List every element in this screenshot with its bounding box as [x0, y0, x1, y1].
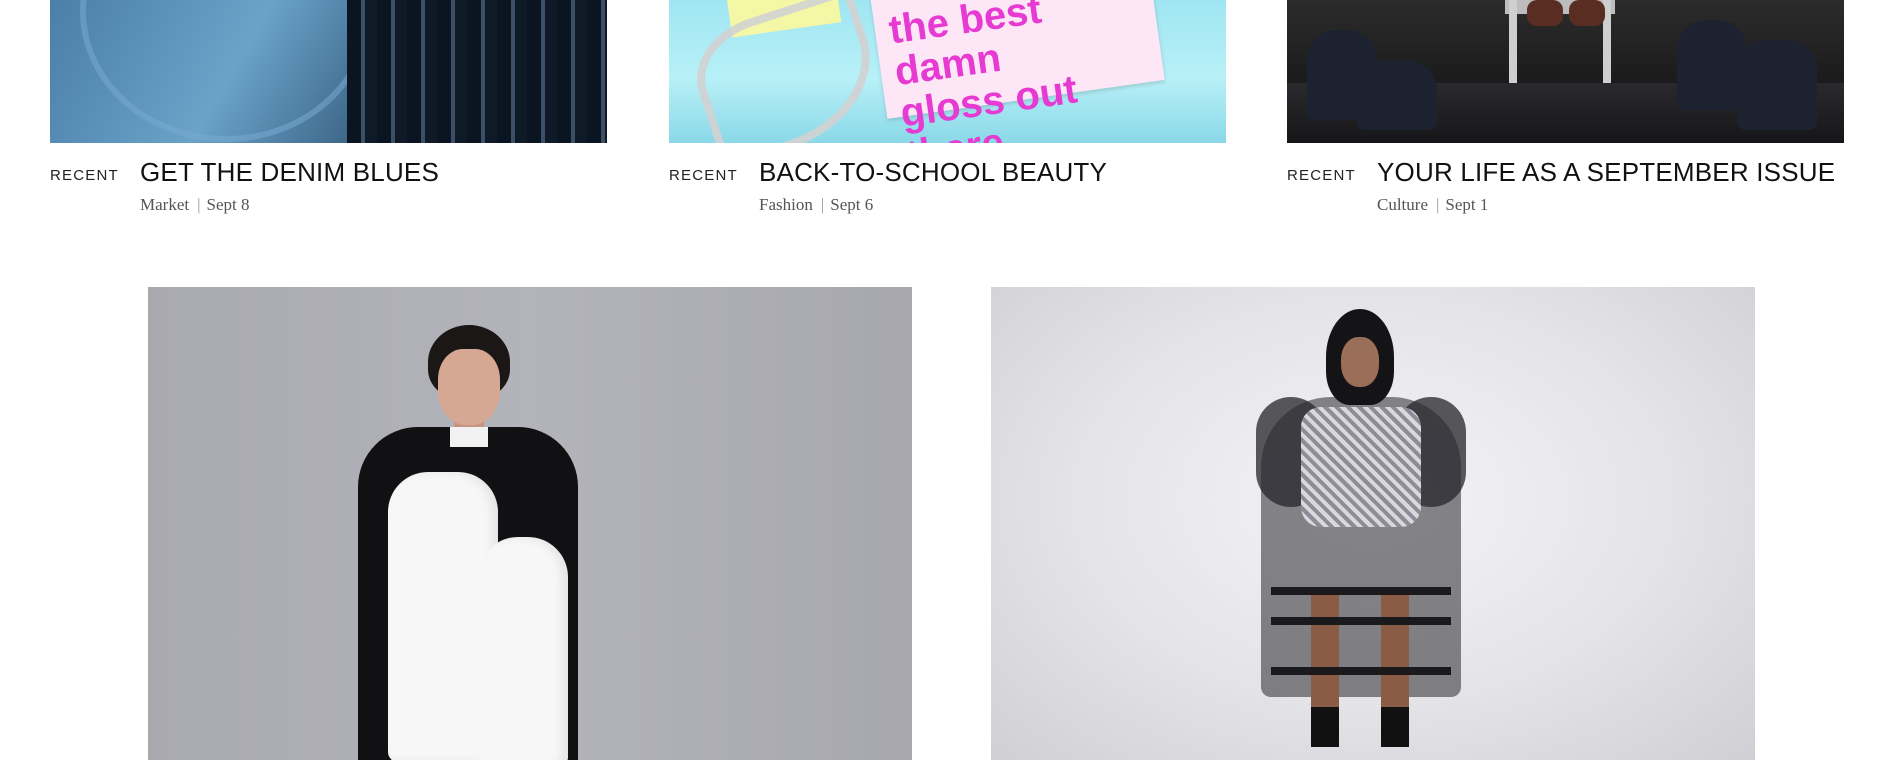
article-byline: Culture | Sept 1	[1377, 195, 1488, 215]
article-card-denim[interactable]: RECENT GET THE DENIM BLUES Market | Sept 8	[50, 0, 607, 223]
pink-sticker: the best damn gloss out there	[869, 0, 1165, 143]
article-date: Sept 6	[830, 195, 874, 214]
recent-label: RECENT	[1287, 167, 1356, 184]
article-card-beauty[interactable]: the best damn gloss out there RECENT BAC…	[669, 0, 1226, 223]
model-sock	[1311, 707, 1339, 747]
article-meta: RECENT GET THE DENIM BLUES Market | Sept 8	[50, 143, 607, 223]
byline-separator: |	[820, 195, 825, 214]
striped-background	[347, 0, 607, 143]
checked-bodice	[1301, 407, 1421, 527]
feature-photo-right[interactable]	[991, 287, 1755, 760]
decorative-scribble	[682, 0, 892, 143]
article-title[interactable]: BACK-TO-SCHOOL BEAUTY	[759, 157, 1107, 188]
article-meta: RECENT BACK-TO-SCHOOL BEAUTY Fashion | Sep…	[669, 143, 1226, 223]
dress-band	[1271, 617, 1451, 625]
boot	[1737, 40, 1817, 130]
sticker-text: the best damn gloss out there	[886, 0, 1173, 143]
article-date: Sept 1	[1445, 195, 1489, 214]
decorative-arc	[80, 0, 372, 142]
article-category[interactable]: Culture	[1377, 195, 1428, 214]
feature-photo-left[interactable]	[148, 287, 912, 760]
white-ruffle-sleeve	[478, 537, 568, 760]
article-thumbnail[interactable]	[1287, 0, 1844, 143]
article-title[interactable]: GET THE DENIM BLUES	[140, 157, 439, 188]
article-category[interactable]: Fashion	[759, 195, 813, 214]
recent-label: RECENT	[50, 167, 119, 184]
model-sock	[1381, 707, 1409, 747]
article-category[interactable]: Market	[140, 195, 189, 214]
article-byline: Market | Sept 8	[140, 195, 249, 215]
article-card-september[interactable]: RECENT YOUR LIFE AS A SEPTEMBER ISSUE Cu…	[1287, 0, 1844, 223]
brown-shoe	[1569, 0, 1605, 26]
article-byline: Fashion | Sept 6	[759, 195, 873, 215]
article-date: Sept 8	[206, 195, 250, 214]
model-face	[1341, 337, 1379, 387]
brown-shoe	[1527, 0, 1563, 26]
model-leg	[1311, 587, 1339, 717]
dress-band	[1271, 587, 1451, 595]
dress-band	[1271, 667, 1451, 675]
article-thumbnail[interactable]: the best damn gloss out there	[669, 0, 1226, 143]
byline-separator: |	[1436, 195, 1440, 214]
model-collar	[450, 427, 488, 447]
model-face	[438, 349, 500, 425]
boot	[1357, 60, 1437, 130]
article-title[interactable]: YOUR LIFE AS A SEPTEMBER ISSUE	[1377, 157, 1835, 188]
article-thumbnail[interactable]	[50, 0, 607, 143]
byline-separator: |	[197, 195, 201, 214]
article-meta: RECENT YOUR LIFE AS A SEPTEMBER ISSUE Cu…	[1287, 143, 1844, 223]
model-leg	[1381, 587, 1409, 717]
recent-label: RECENT	[669, 167, 738, 184]
